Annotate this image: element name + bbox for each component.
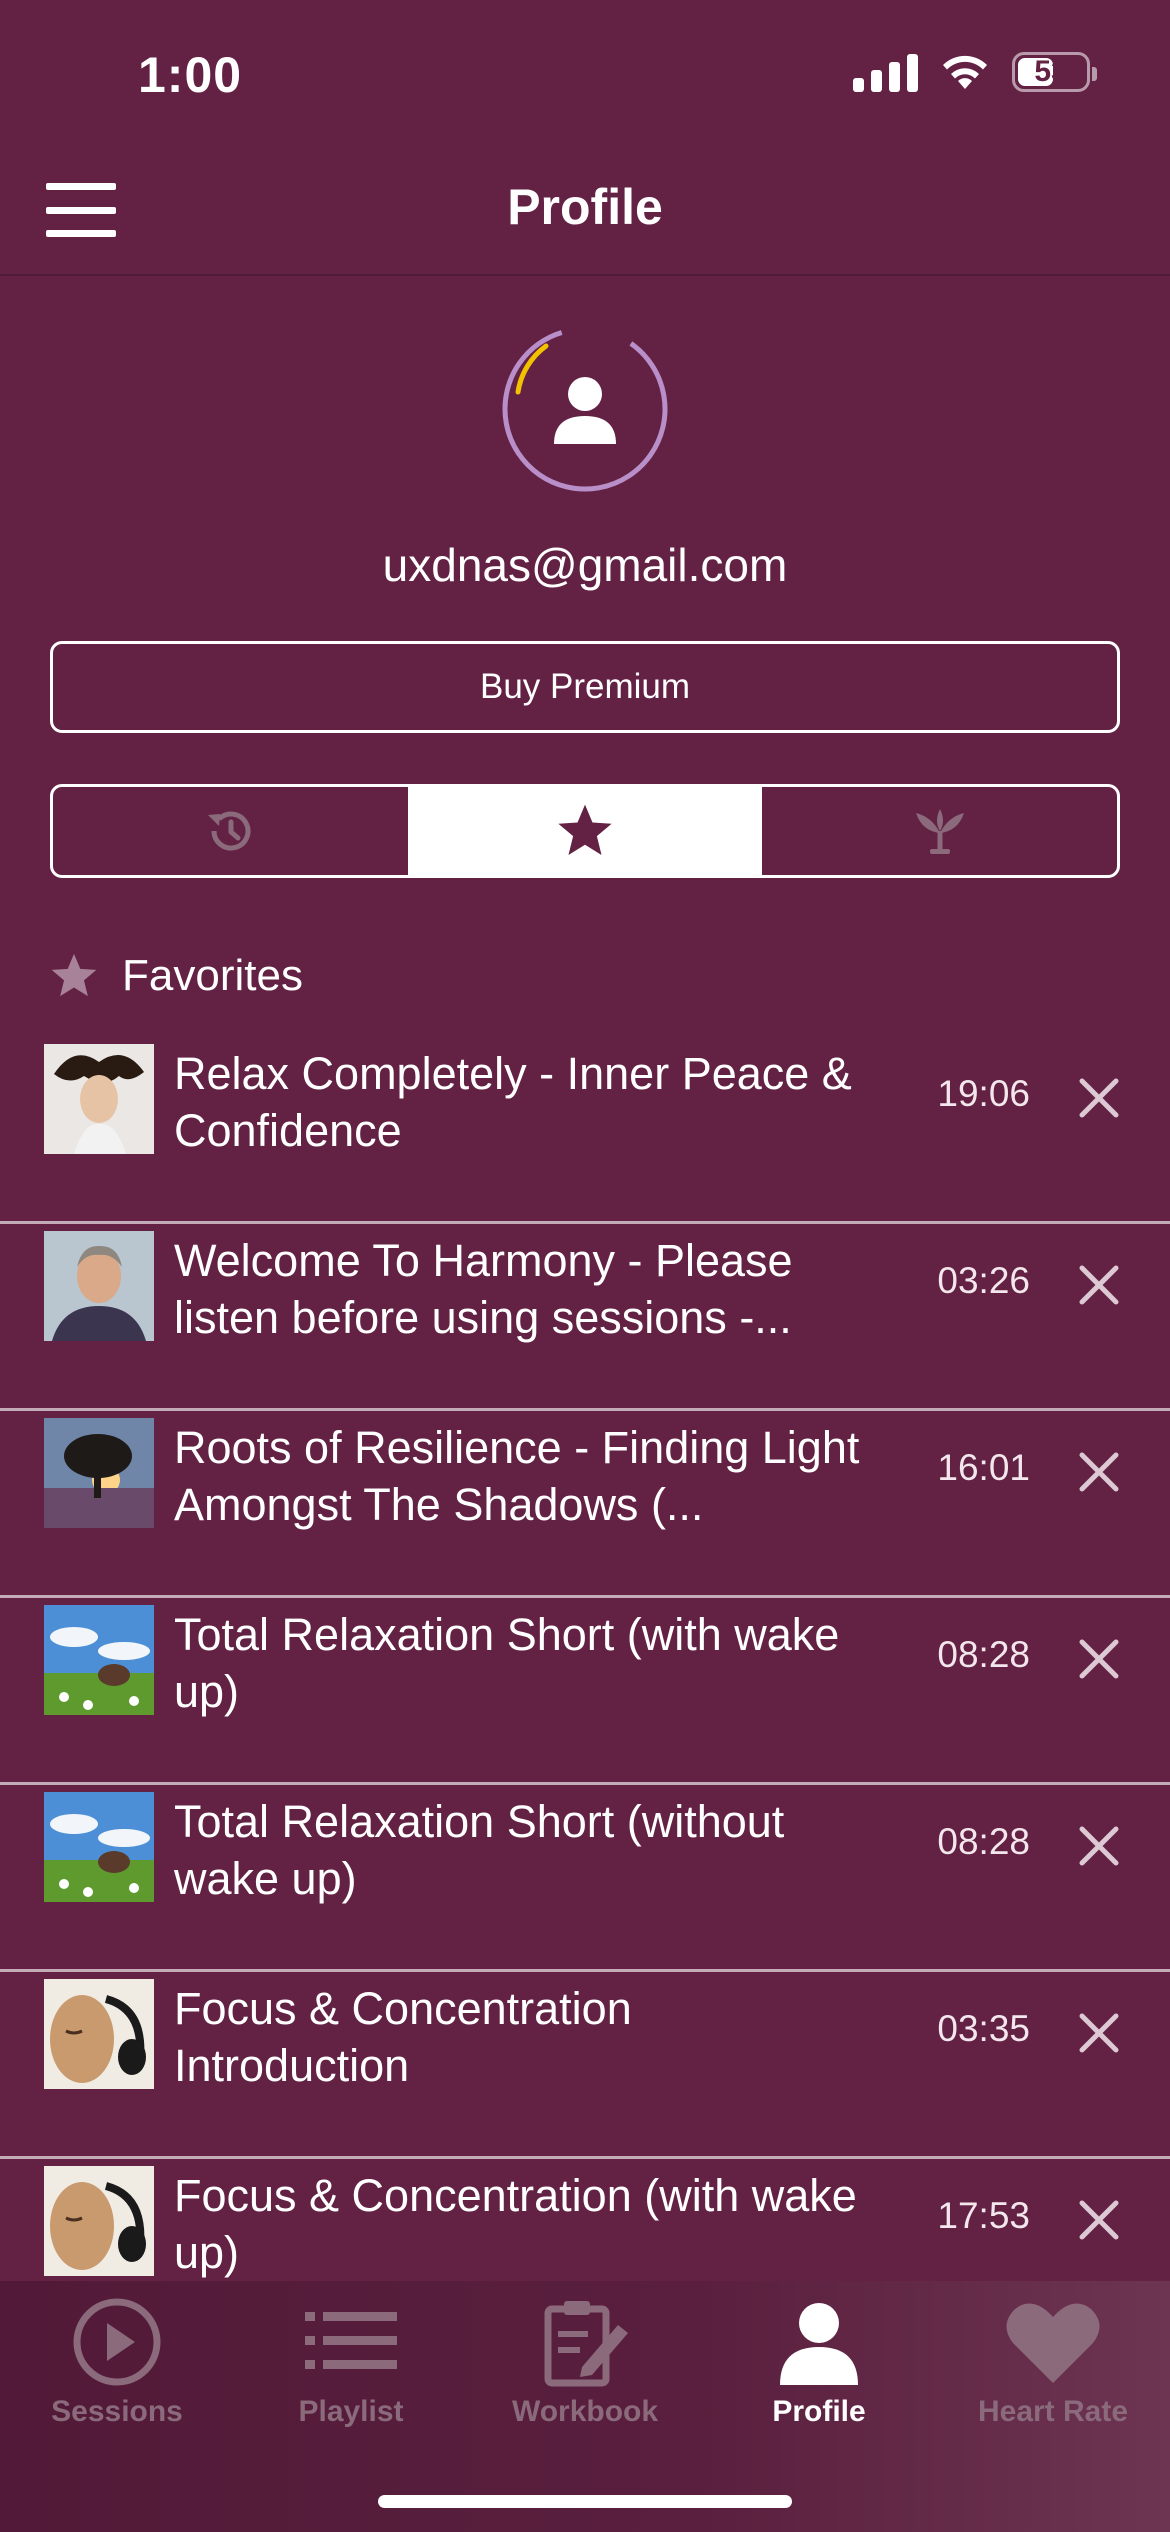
segment-history[interactable] bbox=[53, 787, 408, 875]
session-duration: 17:53 bbox=[937, 2195, 1030, 2236]
session-thumbnail bbox=[44, 1044, 154, 1154]
clipboard-edit-icon bbox=[544, 2301, 628, 2387]
segment-favorites[interactable] bbox=[407, 787, 763, 875]
tab-sessions[interactable]: Sessions bbox=[0, 2281, 234, 2431]
list-item[interactable]: Focus & Concentration Introduction 03:35 bbox=[0, 1972, 1170, 2159]
session-title: Welcome To Harmony - Please listen befor… bbox=[174, 1235, 793, 1343]
heart-icon bbox=[1006, 2303, 1100, 2383]
session-thumbnail bbox=[44, 1231, 154, 1341]
home-indicator[interactable] bbox=[378, 2495, 792, 2508]
status-bar: 1:00 53 bbox=[0, 0, 1170, 150]
remove-favorite-button[interactable] bbox=[1072, 1632, 1126, 1686]
list-item[interactable]: Roots of Resilience - Finding Light Amon… bbox=[0, 1411, 1170, 1598]
list-item[interactable]: Total Relaxation Short (with wake up) 08… bbox=[0, 1598, 1170, 1785]
remove-favorite-button[interactable] bbox=[1072, 1445, 1126, 1499]
avatar[interactable] bbox=[498, 322, 672, 496]
favorites-title: Favorites bbox=[122, 951, 303, 1000]
segment-lotus[interactable] bbox=[762, 787, 1117, 875]
session-thumbnail bbox=[44, 1792, 154, 1902]
favorites-header: Favorites bbox=[48, 950, 303, 1002]
tab-label: Profile bbox=[772, 2395, 866, 2428]
remove-favorite-button[interactable] bbox=[1072, 2006, 1126, 2060]
play-circle-icon bbox=[73, 2298, 161, 2386]
remove-favorite-button[interactable] bbox=[1072, 1258, 1126, 1312]
tab-label: Heart Rate bbox=[977, 2395, 1129, 2428]
list-item[interactable]: Relax Completely - Inner Peace & Confide… bbox=[0, 1037, 1170, 1224]
session-title: Relax Completely - Inner Peace & Confide… bbox=[174, 1048, 852, 1156]
session-title: Roots of Resilience - Finding Light Amon… bbox=[174, 1422, 860, 1530]
session-thumbnail bbox=[44, 1418, 154, 1528]
profile-segment-control bbox=[50, 784, 1120, 878]
list-item[interactable]: Total Relaxation Short (without wake up)… bbox=[0, 1785, 1170, 1972]
tab-label: Playlist bbox=[298, 2395, 404, 2428]
session-duration: 08:28 bbox=[937, 1634, 1030, 1675]
profile-screen: 1:00 53 Profile uxdnas@gmail.com Buy Pre… bbox=[0, 0, 1170, 2532]
battery-icon: 53 bbox=[1012, 52, 1097, 92]
lotus-icon bbox=[915, 809, 964, 854]
star-icon bbox=[558, 804, 612, 856]
buy-premium-button[interactable]: Buy Premium bbox=[50, 641, 1120, 733]
battery-level: 53 bbox=[1034, 55, 1068, 88]
remove-favorite-button[interactable] bbox=[1072, 1819, 1126, 1873]
tab-label: Workbook bbox=[511, 2395, 659, 2428]
user-email: uxdnas@gmail.com bbox=[382, 539, 788, 591]
session-thumbnail bbox=[44, 1979, 154, 2089]
list-item[interactable]: Welcome To Harmony - Please listen befor… bbox=[0, 1224, 1170, 1411]
session-duration: 16:01 bbox=[937, 1447, 1030, 1488]
session-thumbnail bbox=[44, 1605, 154, 1715]
session-title: Total Relaxation Short (without wake up) bbox=[174, 1796, 785, 1904]
session-duration: 03:35 bbox=[937, 2008, 1030, 2049]
tab-label: Sessions bbox=[51, 2395, 183, 2428]
status-time: 1:00 bbox=[138, 47, 243, 103]
session-duration: 03:26 bbox=[937, 1260, 1030, 1301]
status-icons: 53 bbox=[853, 52, 1097, 92]
session-title: Total Relaxation Short (with wake up) bbox=[174, 1609, 840, 1717]
session-thumbnail bbox=[44, 2166, 154, 2276]
history-icon bbox=[208, 811, 251, 851]
remove-favorite-button[interactable] bbox=[1072, 2193, 1126, 2247]
bottom-tab-bar: Sessions Playlist Workbook Profile Heart… bbox=[0, 2281, 1170, 2532]
wifi-icon bbox=[943, 55, 987, 89]
page-title: Profile bbox=[507, 179, 663, 235]
session-duration: 19:06 bbox=[937, 1073, 1030, 1114]
star-icon bbox=[51, 953, 97, 997]
list-icon bbox=[305, 2312, 397, 2369]
session-title: Focus & Concentration (with wake up) bbox=[174, 2170, 857, 2278]
remove-favorite-button[interactable] bbox=[1072, 1071, 1126, 1125]
tab-profile[interactable]: Profile bbox=[702, 2281, 936, 2431]
session-duration: 08:28 bbox=[937, 1821, 1030, 1862]
tab-playlist[interactable]: Playlist bbox=[234, 2281, 468, 2431]
nav-header: Profile bbox=[0, 150, 1170, 276]
tab-workbook[interactable]: Workbook bbox=[468, 2281, 702, 2431]
person-icon bbox=[780, 2303, 858, 2385]
session-title: Focus & Concentration Introduction bbox=[174, 1983, 632, 2091]
favorites-list: Relax Completely - Inner Peace & Confide… bbox=[0, 1037, 1170, 2346]
cellular-signal-icon bbox=[853, 52, 918, 92]
tab-heart-rate[interactable]: Heart Rate bbox=[936, 2281, 1170, 2431]
